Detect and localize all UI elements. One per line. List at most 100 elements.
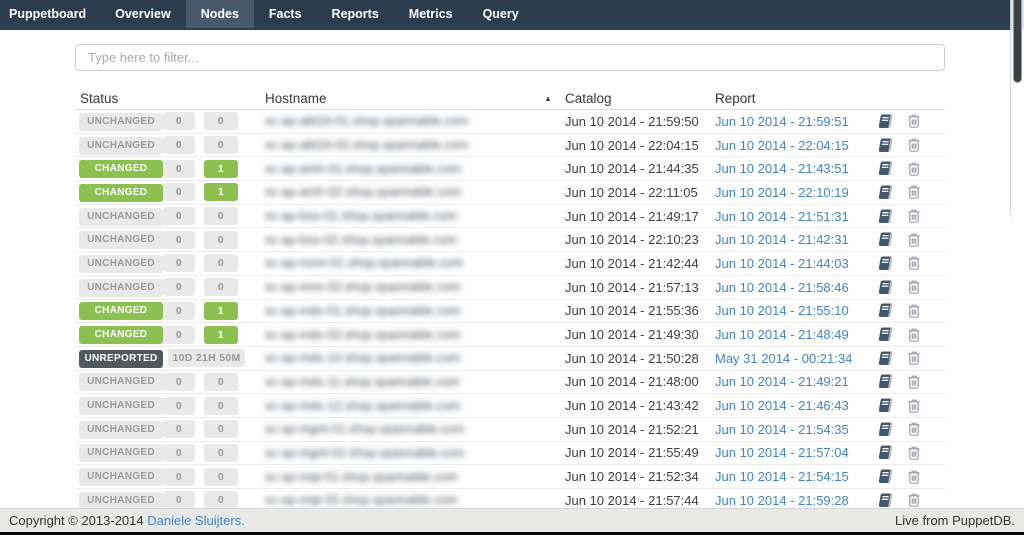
column-header-report[interactable]: Report — [715, 91, 875, 106]
report-link[interactable]: Jun 10 2014 - 22:04:15 — [715, 138, 849, 153]
book-icon[interactable] — [877, 161, 894, 176]
trash-icon[interactable] — [907, 398, 921, 414]
book-icon[interactable] — [877, 493, 894, 508]
report-link[interactable]: Jun 10 2014 - 21:48:49 — [715, 327, 849, 342]
sort-ascending-icon[interactable]: ▲ — [544, 94, 565, 103]
report-link[interactable]: May 31 2014 - 00:21:34 — [715, 351, 852, 366]
trash-icon[interactable] — [907, 232, 921, 248]
hostname-link[interactable]: sc-ap-mqt-01.shop.spannable.com — [253, 470, 565, 484]
book-icon[interactable] — [877, 422, 894, 437]
failure-count-badge: 0 — [163, 302, 195, 320]
trash-icon[interactable] — [907, 137, 921, 153]
hostname-link[interactable]: sc-ap-bso-01.shop.spannable.com — [253, 209, 565, 223]
trash-icon[interactable] — [907, 327, 921, 343]
report-link[interactable]: Jun 10 2014 - 21:51:31 — [715, 209, 849, 224]
trash-icon[interactable] — [907, 208, 921, 224]
navbar-brand[interactable]: Puppetboard — [0, 0, 100, 28]
trash-icon[interactable] — [907, 445, 921, 461]
report-cell: Jun 10 2014 - 21:54:35 — [715, 422, 875, 437]
report-link[interactable]: Jun 10 2014 - 21:43:51 — [715, 161, 849, 176]
hostname-link[interactable]: sc-ap-amh-01.shop.spannable.com — [253, 162, 565, 176]
table-row: UNCHANGED 0 0 sc-ap-abt16-01.shop.spanna… — [75, 110, 945, 134]
nav-item-overview[interactable]: Overview — [100, 0, 186, 28]
book-icon[interactable] — [877, 256, 894, 271]
hostname-link[interactable]: sc-ap-abt16-01.shop.spannable.com — [253, 114, 565, 128]
scrollbar-thumb[interactable] — [1013, 0, 1022, 83]
status-cell: UNCHANGED — [75, 467, 163, 486]
scrollbar-track[interactable] — [1010, 0, 1024, 218]
trash-icon[interactable] — [907, 421, 921, 437]
nav-item-query[interactable]: Query — [468, 0, 534, 28]
book-icon[interactable] — [877, 469, 894, 484]
failure-count-cell: 0 — [163, 420, 204, 438]
status-cell: CHANGED — [75, 183, 163, 202]
book-icon[interactable] — [877, 138, 894, 153]
change-count-cell: 0 — [204, 278, 253, 296]
report-link[interactable]: Jun 10 2014 - 21:55:10 — [715, 303, 849, 318]
hostname-link[interactable]: sc-ap-mds-01.shop.spannable.com — [253, 304, 565, 318]
filter-input[interactable] — [75, 44, 945, 71]
book-icon[interactable] — [877, 185, 894, 200]
report-link[interactable]: Jun 10 2014 - 21:44:03 — [715, 256, 849, 271]
nav-item-facts[interactable]: Facts — [254, 0, 317, 28]
report-link[interactable]: Jun 10 2014 - 21:46:43 — [715, 398, 849, 413]
hostname-link[interactable]: sc-ap-mgnt-02.shop.spannable.com — [253, 446, 565, 460]
book-icon[interactable] — [877, 351, 894, 366]
hostname-link[interactable]: sc-ap-mds-02.shop.spannable.com — [253, 328, 565, 342]
book-icon[interactable] — [877, 445, 894, 460]
column-header-hostname[interactable]: Hostname ▲ — [253, 91, 565, 106]
table-row: CHANGED 0 1 sc-ap-mds-01.shop.spannable.… — [75, 300, 945, 324]
failure-count-cell: 0 — [163, 278, 204, 296]
trash-icon[interactable] — [907, 161, 921, 177]
trash-icon[interactable] — [907, 303, 921, 319]
book-icon[interactable] — [877, 398, 894, 413]
report-cell: Jun 10 2014 - 21:46:43 — [715, 398, 875, 413]
failure-count-cell: 0 — [163, 254, 204, 272]
report-link[interactable]: Jun 10 2014 - 21:58:46 — [715, 280, 849, 295]
nav-item-nodes[interactable]: Nodes — [186, 0, 254, 28]
failure-count-badge: 0 — [163, 160, 195, 178]
trash-icon[interactable] — [907, 492, 921, 508]
hostname-link[interactable]: sc-ap-mns-02.shop.spannable.com — [253, 280, 565, 294]
hostname-link[interactable]: sc-ap-mds-12.shop.spannable.com — [253, 399, 565, 413]
main-content: Status Hostname ▲ Catalog Report UNCHANG… — [75, 30, 945, 513]
hostname-link[interactable]: sc-ap-mgnt-01.shop.spannable.com — [253, 422, 565, 436]
report-link[interactable]: Jun 10 2014 - 21:49:21 — [715, 374, 849, 389]
nav-item-reports[interactable]: Reports — [317, 0, 394, 28]
book-icon[interactable] — [877, 303, 894, 318]
report-link[interactable]: Jun 10 2014 - 22:10:19 — [715, 185, 849, 200]
hostname-link[interactable]: sc-ap-mds-10.shop.spannable.com — [253, 351, 565, 365]
trash-icon[interactable] — [907, 374, 921, 390]
book-icon[interactable] — [877, 114, 894, 129]
report-link[interactable]: Jun 10 2014 - 21:54:35 — [715, 422, 849, 437]
report-link[interactable]: Jun 10 2014 - 21:57:04 — [715, 445, 849, 460]
actions-cell — [875, 469, 945, 485]
trash-icon[interactable] — [907, 469, 921, 485]
report-link[interactable]: Jun 10 2014 - 21:59:51 — [715, 114, 849, 129]
hostname-link[interactable]: sc-ap-abt16-02.shop.spannable.com — [253, 138, 565, 152]
book-icon[interactable] — [877, 232, 894, 247]
report-link[interactable]: Jun 10 2014 - 21:54:15 — [715, 469, 849, 484]
book-icon[interactable] — [877, 280, 894, 295]
trash-icon[interactable] — [907, 350, 921, 366]
nav-item-metrics[interactable]: Metrics — [394, 0, 468, 28]
trash-icon[interactable] — [907, 113, 921, 129]
author-link[interactable]: Daniele Sluijters. — [147, 513, 245, 528]
trash-icon[interactable] — [907, 279, 921, 295]
hostname-link[interactable]: sc-ap-mqt-02.shop.spannable.com — [253, 493, 565, 507]
report-link[interactable]: Jun 10 2014 - 21:59:28 — [715, 493, 849, 508]
status-cell: CHANGED — [75, 325, 163, 344]
report-link[interactable]: Jun 10 2014 - 21:42:31 — [715, 232, 849, 247]
change-count-cell: 0 — [204, 468, 253, 486]
trash-icon[interactable] — [907, 184, 921, 200]
column-header-status[interactable]: Status — [75, 91, 163, 106]
book-icon[interactable] — [877, 327, 894, 342]
book-icon[interactable] — [877, 209, 894, 224]
column-header-catalog[interactable]: Catalog — [565, 91, 715, 106]
trash-icon[interactable] — [907, 255, 921, 271]
hostname-link[interactable]: sc-ap-bso-02.shop.spannable.com — [253, 233, 565, 247]
book-icon[interactable] — [877, 374, 894, 389]
hostname-link[interactable]: sc-ap-amh-02.shop.spannable.com — [253, 185, 565, 199]
hostname-link[interactable]: sc-ap-nzsn-01.shop.spannable.com — [253, 256, 565, 270]
hostname-link[interactable]: sc-ap-mds-11.shop.spannable.com — [253, 375, 565, 389]
